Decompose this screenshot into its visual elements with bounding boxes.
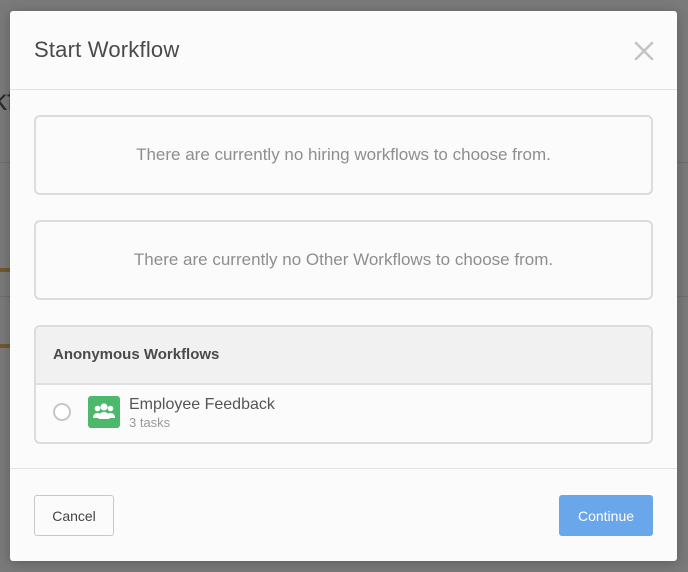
close-button[interactable] <box>632 39 656 63</box>
start-workflow-modal: Start Workflow There are currently no hi… <box>10 11 677 561</box>
workflow-option-employee-feedback[interactable]: Employee Feedback 3 tasks <box>36 385 651 442</box>
workflow-task-count: 3 tasks <box>129 415 171 430</box>
group-icon <box>88 396 120 428</box>
continue-button[interactable]: Continue <box>559 495 653 536</box>
other-workflows-empty-message: There are currently no Other Workflows t… <box>133 250 554 269</box>
modal-header: Start Workflow <box>10 11 677 90</box>
hiring-workflows-empty-state: There are currently no hiring workflows … <box>34 115 653 195</box>
hiring-workflows-empty-message: There are currently no hiring workflows … <box>136 145 551 164</box>
workflow-radio[interactable] <box>53 403 71 421</box>
anonymous-workflows-heading: Anonymous Workflows <box>36 327 651 385</box>
cancel-button[interactable]: Cancel <box>34 495 114 536</box>
other-workflows-empty-state: There are currently no Other Workflows t… <box>34 220 653 300</box>
modal-title: Start Workflow <box>34 37 180 62</box>
modal-footer-divider <box>10 468 677 469</box>
close-icon <box>634 41 654 61</box>
anonymous-workflows-section: Anonymous Workflows Employee Feedback 3 … <box>34 325 653 444</box>
workflow-name: Employee Feedback <box>129 396 275 413</box>
